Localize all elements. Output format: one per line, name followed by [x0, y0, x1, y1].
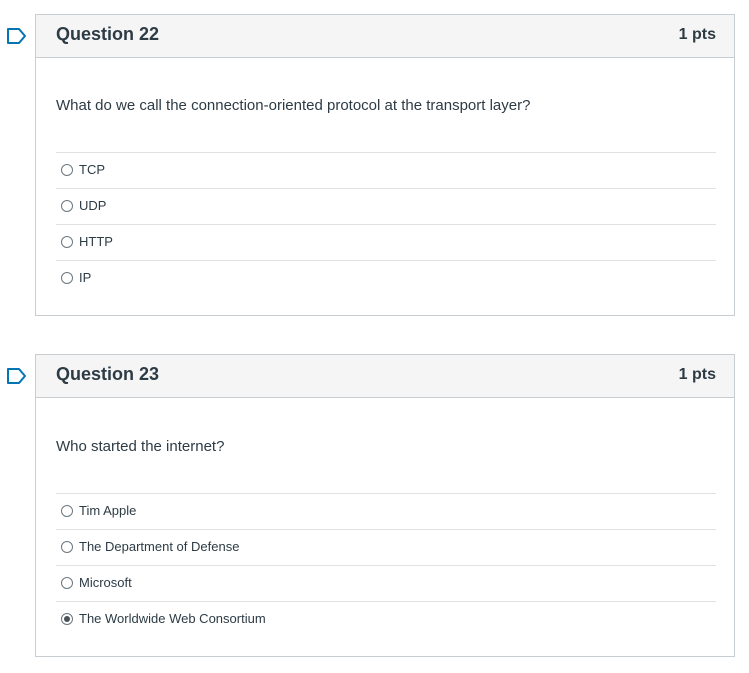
radio-button[interactable]	[61, 164, 73, 176]
answer-label[interactable]: The Worldwide Web Consortium	[79, 611, 266, 626]
answer-option[interactable]: HTTP	[56, 224, 716, 260]
radio-button[interactable]	[61, 236, 73, 248]
question-points: 1 pts	[678, 366, 716, 383]
flag-question-icon[interactable]	[7, 368, 27, 384]
flag-question-icon[interactable]	[7, 28, 27, 44]
question-points: 1 pts	[678, 26, 716, 43]
question-prompt: What do we call the connection-oriented …	[56, 97, 531, 114]
answer-label[interactable]: Microsoft	[79, 575, 132, 590]
answer-list: TCP UDP HTTP IP	[56, 152, 716, 296]
answer-label[interactable]: The Department of Defense	[79, 539, 239, 554]
question-23-card: Question 23 1 pts Who started the intern…	[7, 354, 735, 657]
radio-button[interactable]	[61, 200, 73, 212]
answer-option[interactable]: UDP	[56, 188, 716, 224]
answer-label[interactable]: HTTP	[79, 234, 113, 249]
question-header: Question 22 1 pts	[36, 15, 734, 58]
answer-label[interactable]: Tim Apple	[79, 503, 136, 518]
answer-label[interactable]: IP	[79, 270, 91, 285]
answer-list: Tim Apple The Department of Defense Micr…	[56, 493, 716, 637]
answer-option[interactable]: IP	[56, 260, 716, 296]
radio-button[interactable]	[61, 541, 73, 553]
answer-option[interactable]: Tim Apple	[56, 493, 716, 529]
question-title: Question 23	[56, 364, 160, 384]
radio-button[interactable]	[61, 272, 73, 284]
answer-label[interactable]: UDP	[79, 198, 106, 213]
answer-option[interactable]: The Worldwide Web Consortium	[56, 601, 716, 637]
question-prompt: Who started the internet?	[56, 438, 225, 455]
answer-option[interactable]: Microsoft	[56, 565, 716, 601]
radio-button[interactable]	[61, 505, 73, 517]
radio-button[interactable]	[61, 577, 73, 589]
question-22-card: Question 22 1 pts What do we call the co…	[7, 14, 735, 316]
answer-label[interactable]: TCP	[79, 162, 105, 177]
radio-button[interactable]	[61, 613, 73, 625]
question-header: Question 23 1 pts	[36, 355, 734, 398]
question-title: Question 22	[56, 24, 160, 44]
answer-option[interactable]: TCP	[56, 152, 716, 188]
answer-option[interactable]: The Department of Defense	[56, 529, 716, 565]
